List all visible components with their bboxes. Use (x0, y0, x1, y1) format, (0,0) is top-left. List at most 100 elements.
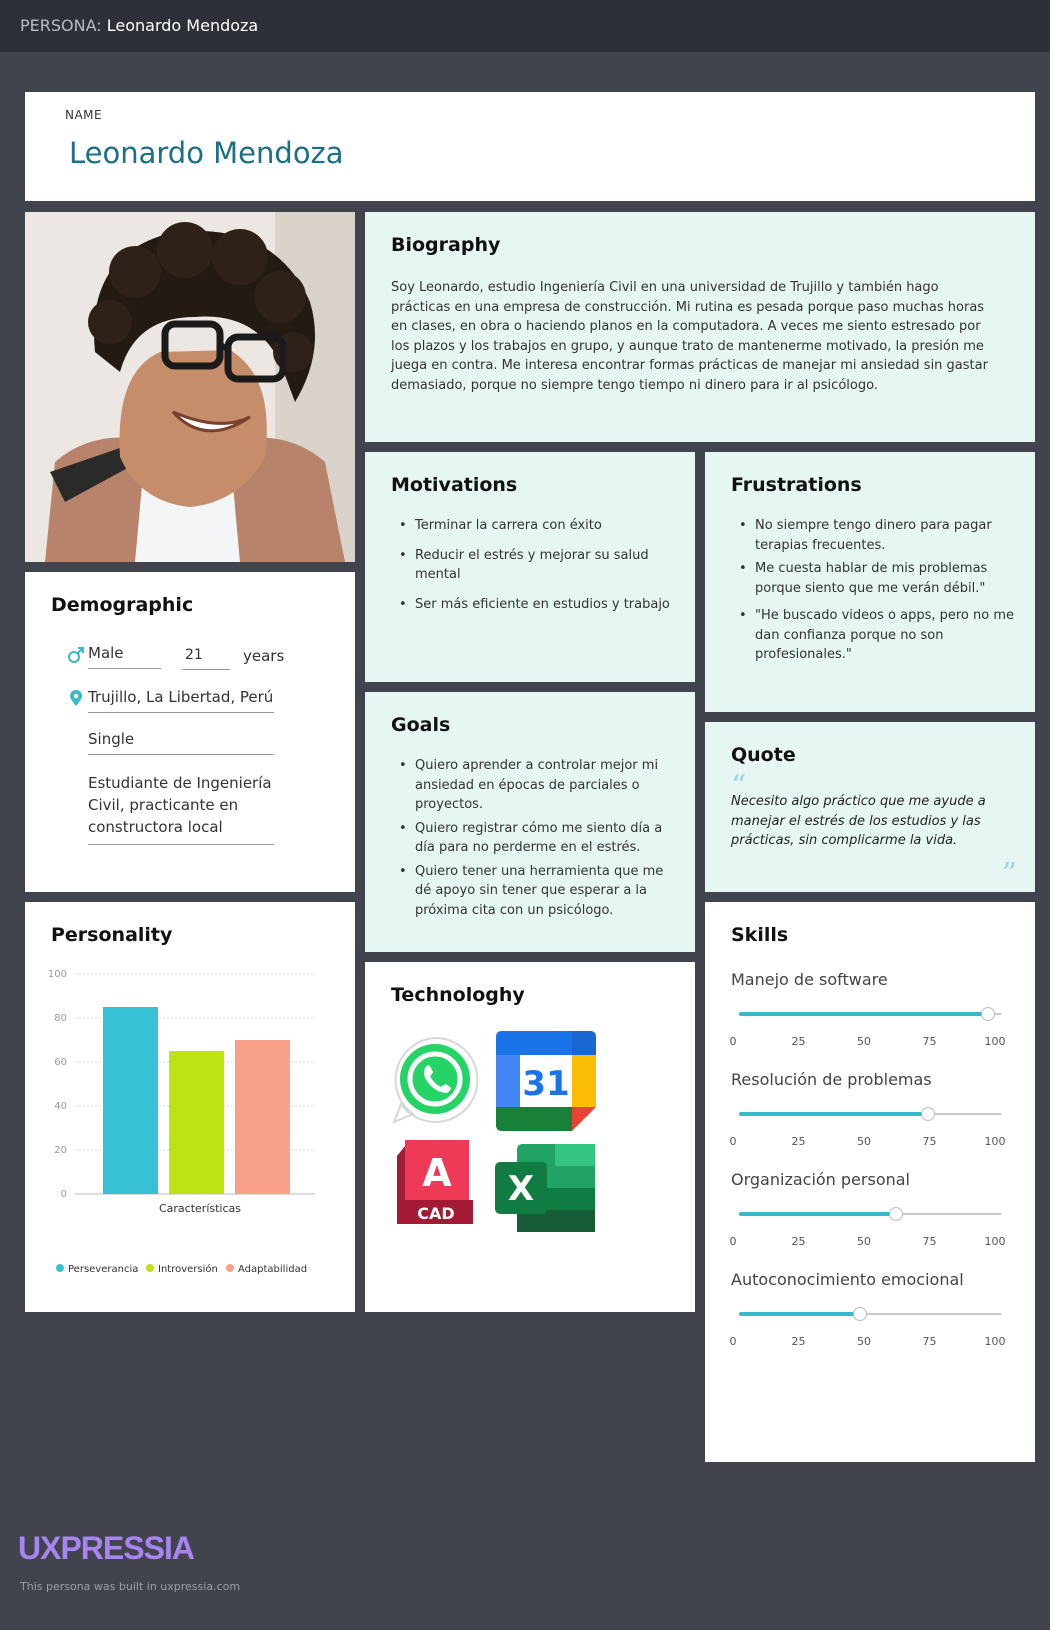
technology-title: Technologhy (391, 984, 525, 1006)
demographic-card: Demographic Male 21 years Trujillo, La L… (25, 572, 355, 892)
list-item[interactable]: Quiero registrar cómo me siento día a dí… (391, 819, 676, 858)
y-tick-label: 0 (61, 1189, 67, 1200)
skill-slider[interactable] (739, 1007, 1001, 1021)
skill-slider[interactable] (739, 1207, 1001, 1221)
skill-slider-handle[interactable] (980, 1007, 995, 1021)
male-icon (68, 647, 84, 663)
skill-slider-handle[interactable] (920, 1107, 935, 1121)
name-value[interactable]: Leonardo Mendoza (69, 136, 344, 170)
skill-tick: 0 (729, 1135, 737, 1148)
skill-tick: 100 (984, 1135, 1006, 1148)
persona-prefix: PERSONA: (20, 16, 102, 35)
footer-note[interactable]: This persona was built in uxpressia.com (20, 1580, 240, 1593)
skill-tick: 100 (984, 1335, 1006, 1348)
skill-tick: 25 (791, 1235, 806, 1248)
list-item[interactable]: Ser más eficiente en estudios y trabajo (391, 595, 676, 615)
autocad-icon[interactable]: A CAD (393, 1140, 479, 1230)
legend-label[interactable]: Perseverancia (68, 1264, 138, 1275)
frustrations-list: No siempre tengo dinero para pagar terap… (731, 516, 1016, 675)
status-field[interactable]: Single (88, 730, 274, 755)
occupation-line: constructora local (88, 818, 223, 836)
goals-list: Quiero aprender a controlar mejor mi ans… (391, 756, 676, 930)
skill-tick: 100 (984, 1035, 1006, 1048)
biography-title: Biography (391, 234, 501, 256)
list-item[interactable]: Reducir el estrés y mejorar su salud men… (391, 546, 676, 585)
frustrations-title: Frustrations (731, 474, 862, 496)
skill-label: Manejo de software (731, 970, 888, 989)
gender-field[interactable]: Male (88, 644, 161, 669)
location-field[interactable]: Trujillo, La Libertad, Perú (88, 688, 274, 713)
skill-tick: 0 (729, 1335, 737, 1348)
autocad-letter: A (422, 1151, 452, 1195)
skill-slider-handle[interactable] (852, 1307, 867, 1321)
quote-text[interactable]: Necesito algo práctico que me ayude a ma… (731, 792, 1016, 851)
skill-tick: 0 (729, 1235, 737, 1248)
list-item[interactable]: Quiero tener una herramienta que me dé a… (391, 862, 676, 921)
skill-slider[interactable] (739, 1307, 1001, 1321)
motivations-title: Motivations (391, 474, 518, 496)
personality-card: Personality 0 20 40 60 80 100 Características P… (25, 902, 355, 1312)
skill-tick: 75 (922, 1135, 937, 1148)
skill-item: Organización personal 0 25 50 75 100 (705, 1170, 1035, 1274)
bar-introversión[interactable] (169, 1051, 224, 1194)
list-item[interactable]: No siempre tengo dinero para pagar terap… (731, 516, 1016, 555)
biography-card: Biography Soy Leonardo, estudio Ingenier… (365, 212, 1035, 442)
skill-label: Organización personal (731, 1170, 910, 1189)
persona-title: PERSONA: Leonardo Mendoza (20, 16, 258, 35)
persona-name-header: Leonardo Mendoza (106, 16, 259, 35)
whatsapp-icon[interactable] (389, 1034, 481, 1126)
list-item[interactable]: "He buscado videos o apps, pero no me da… (731, 606, 1016, 665)
skill-item: Resolución de problemas 0 25 50 75 100 (705, 1070, 1035, 1174)
skill-label: Autoconocimiento emocional (731, 1270, 964, 1289)
quote-title: Quote (731, 744, 796, 766)
y-tick-label: 100 (48, 969, 67, 980)
excel-letter: X (508, 1169, 534, 1209)
bar-adaptabilidad[interactable] (235, 1040, 290, 1194)
motivations-card: Motivations Terminar la carrera con éxit… (365, 452, 695, 682)
google-calendar-icon[interactable]: 31 (496, 1031, 596, 1131)
skill-tick: 75 (922, 1235, 937, 1248)
legend-swatch (56, 1264, 64, 1272)
skill-slider-handle[interactable] (889, 1207, 904, 1221)
occupation-field[interactable]: Estudiante de Ingeniería Civil, practica… (88, 772, 274, 845)
legend-swatch (146, 1264, 154, 1272)
skill-tick: 75 (922, 1035, 937, 1048)
skills-card: Skills Manejo de software 0 25 50 75 100 Resol… (705, 902, 1035, 1462)
y-tick-label: 60 (54, 1057, 67, 1068)
skill-label: Resolución de problemas (731, 1070, 932, 1089)
occupation-line: Estudiante de Ingeniería (88, 774, 272, 792)
list-item[interactable]: Me cuesta hablar de mis problemas porque… (731, 559, 1016, 598)
close-quote-icon: ” (1001, 857, 1017, 892)
skill-tick: 0 (729, 1035, 737, 1048)
occupation-line: Civil, practicante en (88, 796, 239, 814)
age-unit: years (243, 647, 285, 665)
y-tick-label: 40 (54, 1101, 67, 1112)
skill-slider-fill (739, 1112, 928, 1116)
skill-tick: 25 (791, 1035, 806, 1048)
skill-slider[interactable] (739, 1107, 1001, 1121)
legend-label[interactable]: Adaptabilidad (238, 1264, 307, 1275)
excel-icon[interactable]: X (495, 1140, 597, 1236)
location-pin-icon (70, 690, 82, 706)
bar-perseverancia[interactable] (103, 1007, 158, 1194)
autocad-label: CAD (417, 1204, 454, 1223)
skill-slider-fill (739, 1012, 988, 1016)
skill-slider-fill (739, 1312, 860, 1316)
skill-tick: 75 (922, 1335, 937, 1348)
uxpressia-logo[interactable]: UXPRESSIA (18, 1530, 195, 1567)
top-bar: PERSONA: Leonardo Mendoza (0, 0, 1050, 52)
goals-title: Goals (391, 714, 451, 736)
skill-tick: 25 (791, 1335, 806, 1348)
x-axis-label: Características (159, 1202, 241, 1215)
skill-tick: 25 (791, 1135, 806, 1148)
list-item[interactable]: Quiero aprender a controlar mejor mi ans… (391, 756, 676, 815)
list-item[interactable]: Terminar la carrera con éxito (391, 516, 676, 536)
legend-label[interactable]: Introversión (158, 1263, 218, 1275)
age-field[interactable]: 21 (182, 647, 230, 670)
skill-tick: 100 (984, 1235, 1006, 1248)
frustrations-card: Frustrations No siempre tengo dinero par… (705, 452, 1035, 712)
persona-photo[interactable] (25, 212, 355, 562)
biography-text[interactable]: Soy Leonardo, estudio Ingeniería Civil e… (391, 278, 1001, 395)
y-tick-label: 80 (54, 1013, 67, 1024)
skill-item: Autoconocimiento emocional 0 25 50 75 100 (705, 1270, 1035, 1374)
